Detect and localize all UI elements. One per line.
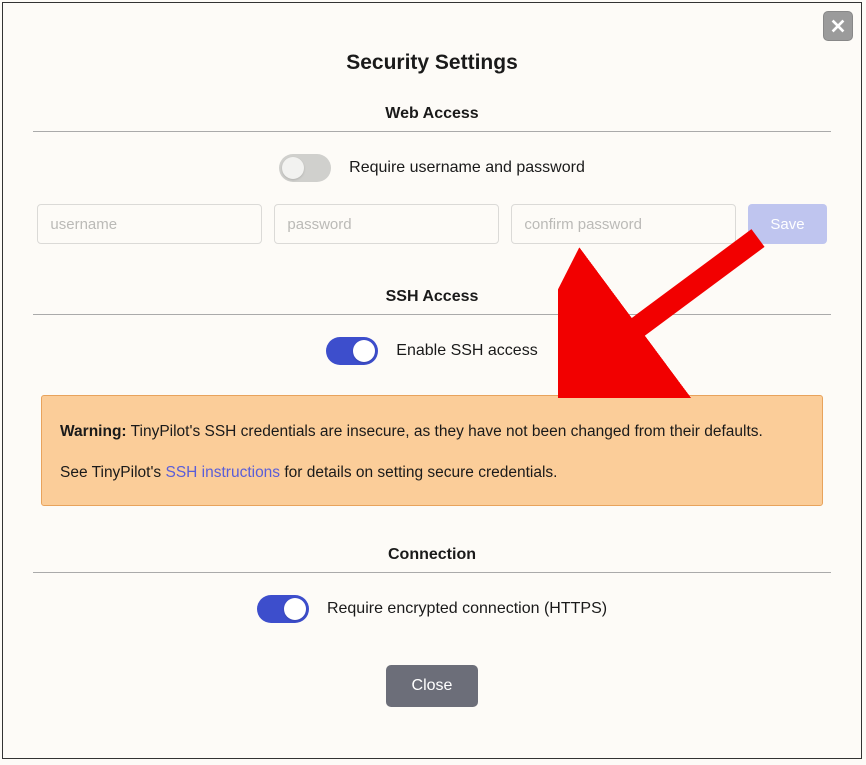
require-https-toggle[interactable] (257, 595, 309, 623)
ssh-warning-line2: See TinyPilot's SSH instructions for det… (60, 461, 804, 484)
toggle-knob (282, 157, 304, 179)
web-access-heading: Web Access (33, 105, 831, 132)
toggle-knob (353, 340, 375, 362)
connection-heading: Connection (33, 546, 831, 573)
ssh-warning-text2b: for details on setting secure credential… (280, 464, 557, 481)
ssh-warning-box: Warning: TinyPilot's SSH credentials are… (41, 395, 823, 506)
toggle-knob (284, 598, 306, 620)
password-input[interactable] (274, 204, 499, 244)
ssh-instructions-link[interactable]: SSH instructions (165, 464, 280, 481)
close-icon (829, 17, 847, 35)
ssh-warning-line1: Warning: TinyPilot's SSH credentials are… (60, 420, 804, 443)
credentials-inputs-row: Save (33, 204, 831, 244)
warning-label: Warning: (60, 423, 127, 440)
require-login-label: Require username and password (349, 159, 585, 177)
dialog-title: Security Settings (3, 3, 861, 105)
ssh-access-section: SSH Access Enable SSH access Warning: Ti… (3, 288, 861, 506)
enable-ssh-label: Enable SSH access (396, 342, 537, 360)
ssh-warning-text1: TinyPilot's SSH credentials are insecure… (127, 423, 763, 440)
username-input[interactable] (37, 204, 262, 244)
ssh-toggle-row: Enable SSH access (33, 337, 831, 365)
require-login-toggle[interactable] (279, 154, 331, 182)
enable-ssh-toggle[interactable] (326, 337, 378, 365)
web-access-section: Web Access Require username and password… (3, 105, 861, 244)
confirm-password-input[interactable] (511, 204, 736, 244)
security-settings-dialog: Security Settings Web Access Require use… (2, 2, 862, 759)
connection-toggle-row: Require encrypted connection (HTTPS) (33, 595, 831, 623)
require-https-label: Require encrypted connection (HTTPS) (327, 600, 607, 618)
dialog-close-x[interactable] (823, 11, 853, 41)
close-button[interactable]: Close (386, 665, 479, 707)
web-access-toggle-row: Require username and password (33, 154, 831, 182)
ssh-access-heading: SSH Access (33, 288, 831, 315)
save-credentials-button[interactable]: Save (748, 204, 826, 244)
dialog-footer: Close (3, 665, 861, 707)
connection-section: Connection Require encrypted connection … (3, 546, 861, 623)
ssh-warning-text2a: See TinyPilot's (60, 464, 165, 481)
